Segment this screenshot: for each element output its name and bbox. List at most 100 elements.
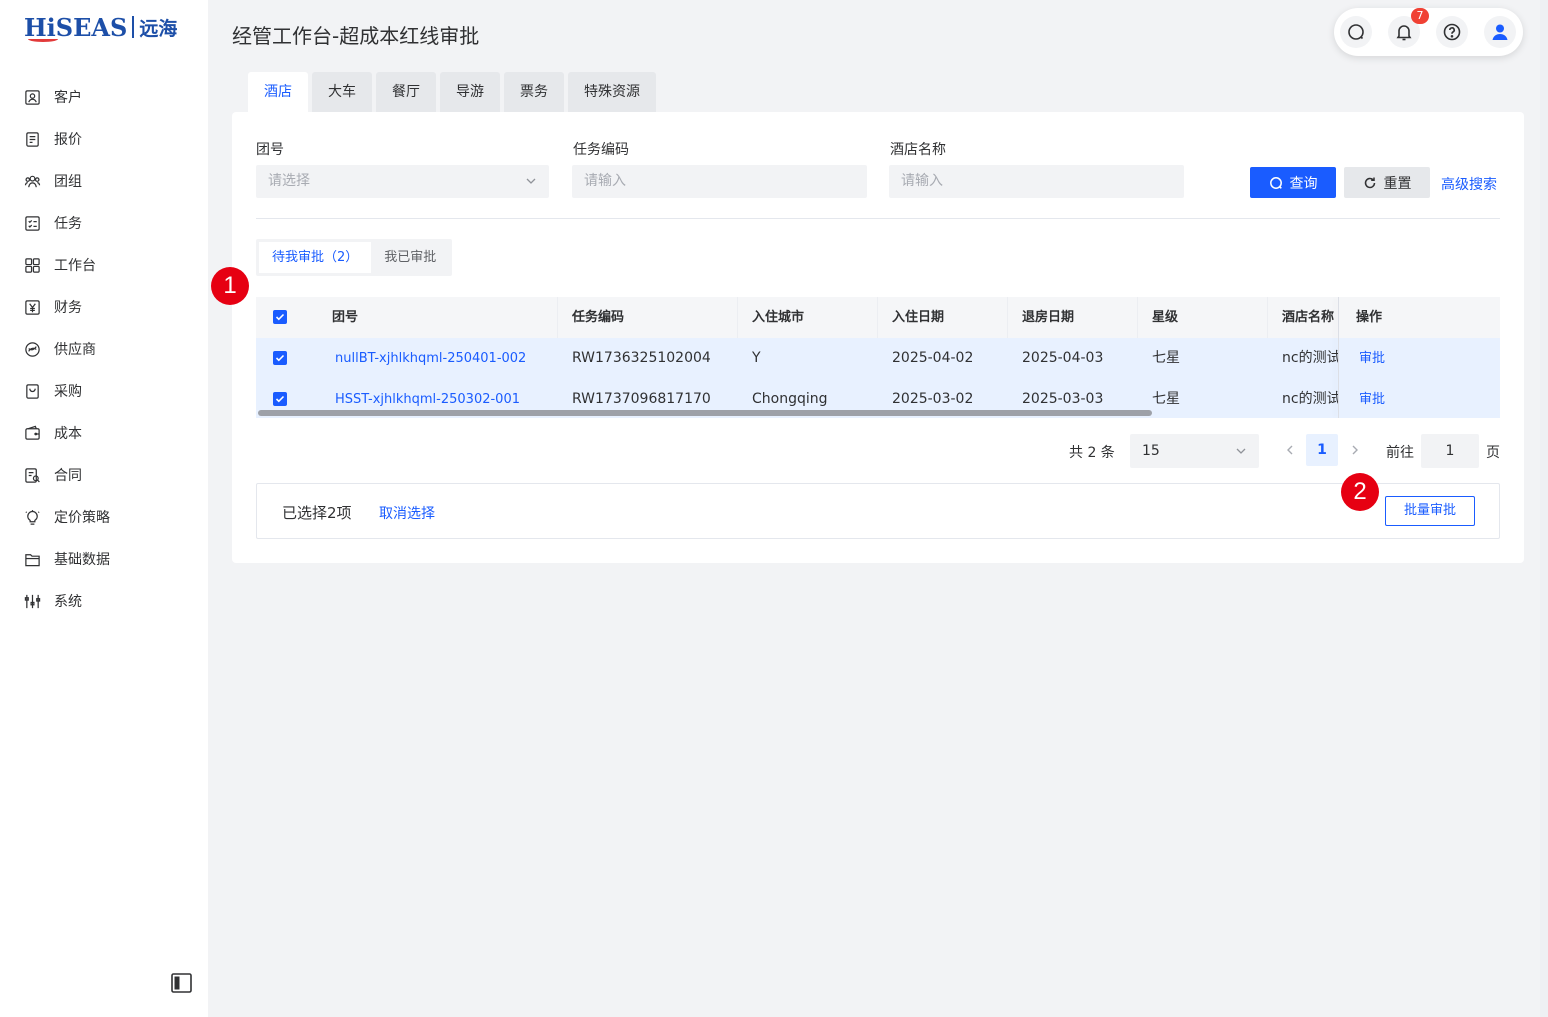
- table-row[interactable]: nullBT-xjhlkhqml-250401-002 RW1736325102…: [256, 338, 1500, 379]
- reset-label: 重置: [1383, 175, 1412, 192]
- tab-guide[interactable]: 导游: [440, 72, 500, 112]
- customer-icon: [25, 89, 40, 105]
- page-size-value: 15: [1142, 443, 1160, 459]
- chevron-down-icon: [526, 178, 536, 184]
- search-icon: [1348, 24, 1364, 40]
- row-checkbox[interactable]: [273, 392, 287, 406]
- search-button[interactable]: [1340, 16, 1372, 48]
- batch-approve-button[interactable]: 批量审批: [1385, 496, 1475, 526]
- query-button[interactable]: 查询: [1250, 167, 1336, 198]
- sidebar-item-label: 合同: [54, 468, 82, 484]
- column-separator: [737, 297, 738, 338]
- bell-icon: [1396, 25, 1412, 41]
- sidebar-item-label: 工作台: [54, 258, 96, 274]
- logo-divider: [132, 16, 135, 38]
- sidebar-item-system[interactable]: 系统: [0, 580, 208, 622]
- sidebar-item-base-data[interactable]: 基础数据: [0, 538, 208, 580]
- hotel-name-placeholder: 请输入: [901, 173, 943, 189]
- row-checkbox[interactable]: [273, 351, 287, 365]
- cancel-selection-link[interactable]: 取消选择: [379, 503, 435, 523]
- sidebar-item-pricing[interactable]: 定价策略: [0, 496, 208, 538]
- sidebar-item-group[interactable]: 团组: [0, 160, 208, 202]
- contract-icon: [25, 467, 40, 483]
- resource-tabs: 酒店 大车 餐厅 导游 票务 特殊资源: [248, 72, 660, 112]
- purchase-icon: [26, 383, 39, 399]
- sidebar-item-cost[interactable]: 成本: [0, 412, 208, 454]
- approve-link[interactable]: 审批: [1359, 379, 1385, 418]
- table-horizontal-scrollbar[interactable]: [258, 410, 1152, 416]
- pagination-total: 共 2 条: [1069, 445, 1115, 461]
- pricing-icon: [25, 509, 40, 525]
- next-page-icon[interactable]: [1349, 443, 1361, 457]
- quote-icon: [26, 131, 39, 147]
- check-icon: [275, 395, 285, 403]
- approve-link[interactable]: 审批: [1359, 338, 1385, 379]
- hotel-cell: nc的测试: [1282, 391, 1339, 407]
- reset-button[interactable]: 重置: [1344, 167, 1430, 198]
- page-size-select[interactable]: 15: [1130, 434, 1259, 468]
- notification-badge: 7: [1411, 8, 1429, 24]
- sidebar-item-contract[interactable]: 合同: [0, 454, 208, 496]
- fixed-column-edge: [1338, 297, 1339, 418]
- tab-special-resource[interactable]: 特殊资源: [568, 72, 656, 112]
- sidebar-item-label: 供应商: [54, 342, 96, 358]
- checkin-cell: 2025-04-02: [892, 350, 974, 366]
- tab-ticket[interactable]: 票务: [504, 72, 564, 112]
- main-card: 团号 请选择 任务编码 请输入 酒店名称 请输入 查询 重置 高级搜索 待我审批…: [232, 112, 1524, 563]
- sidebar-item-label: 定价策略: [54, 510, 110, 526]
- step-marker-1: 1: [211, 267, 249, 305]
- sidebar-item-task[interactable]: 任务: [0, 202, 208, 244]
- subtab-pending[interactable]: 待我审批（2）: [259, 242, 372, 273]
- approval-subtabs: 待我审批（2） 我已审批: [256, 239, 453, 276]
- task-code-input[interactable]: 请输入: [572, 165, 867, 198]
- group-no-label: 团号: [256, 142, 284, 158]
- sidebar-item-purchase[interactable]: 采购: [0, 370, 208, 412]
- column-header: 入住日期: [892, 310, 945, 325]
- task-icon: [25, 215, 40, 231]
- column-header: 入住城市: [752, 310, 805, 325]
- selection-bar: 已选择2项 取消选择 批量审批: [256, 483, 1500, 539]
- column-header: 操作: [1356, 310, 1383, 325]
- sidebar-item-customer[interactable]: 客户: [0, 76, 208, 118]
- subtab-done[interactable]: 我已审批: [371, 242, 449, 273]
- approval-table: 团号 任务编码 入住城市 入住日期 退房日期 星级 酒店名称 操作 nullBT…: [256, 297, 1500, 418]
- help-button[interactable]: [1436, 16, 1468, 48]
- sidebar-item-label: 团组: [54, 174, 82, 190]
- step-marker-2: 2: [1341, 473, 1379, 511]
- sidebar-item-label: 成本: [54, 426, 82, 442]
- hotel-name-input[interactable]: 请输入: [889, 165, 1184, 198]
- sidebar-menu: 客户 报价 团组 任务 工作台 财务 供应商 采购 成本 合同 定价策略 基础数…: [0, 76, 208, 622]
- sidebar-item-label: 客户: [54, 90, 82, 106]
- group-no-link[interactable]: nullBT-xjhlkhqml-250401-002: [335, 338, 526, 379]
- column-header: 星级: [1152, 310, 1179, 325]
- select-all-checkbox[interactable]: [273, 310, 287, 324]
- table-header: 团号 任务编码 入住城市 入住日期 退房日期 星级 酒店名称 操作: [256, 297, 1500, 338]
- page-number-current[interactable]: 1: [1306, 434, 1338, 466]
- filter-divider: [256, 218, 1500, 219]
- sidebar-item-quote[interactable]: 报价: [0, 118, 208, 160]
- sidebar-item-workbench[interactable]: 工作台: [0, 244, 208, 286]
- finance-icon: [25, 299, 40, 315]
- goto-label: 前往: [1386, 445, 1414, 461]
- goto-page-input[interactable]: 1: [1421, 434, 1479, 468]
- star-cell: 七星: [1152, 350, 1180, 366]
- column-header: 酒店名称: [1282, 310, 1335, 325]
- column-separator: [1007, 297, 1008, 338]
- task-code-cell: RW1736325102004: [572, 350, 711, 366]
- tab-bus[interactable]: 大车: [312, 72, 372, 112]
- prev-page-icon[interactable]: [1284, 443, 1296, 457]
- sidebar-item-finance[interactable]: 财务: [0, 286, 208, 328]
- tab-hotel[interactable]: 酒店: [248, 72, 308, 112]
- search-icon: [1269, 176, 1282, 189]
- supplier-icon: [25, 341, 40, 357]
- base-data-icon: [25, 553, 40, 566]
- group-no-select[interactable]: 请选择: [256, 165, 549, 198]
- column-separator: [1267, 297, 1268, 338]
- sidebar-item-supplier[interactable]: 供应商: [0, 328, 208, 370]
- collapse-sidebar-icon[interactable]: [171, 973, 192, 993]
- advanced-search-link[interactable]: 高级搜索: [1441, 174, 1497, 194]
- column-header: 任务编码: [572, 310, 625, 325]
- check-icon: [275, 313, 285, 321]
- tab-restaurant[interactable]: 餐厅: [376, 72, 436, 112]
- avatar-button[interactable]: [1484, 16, 1516, 48]
